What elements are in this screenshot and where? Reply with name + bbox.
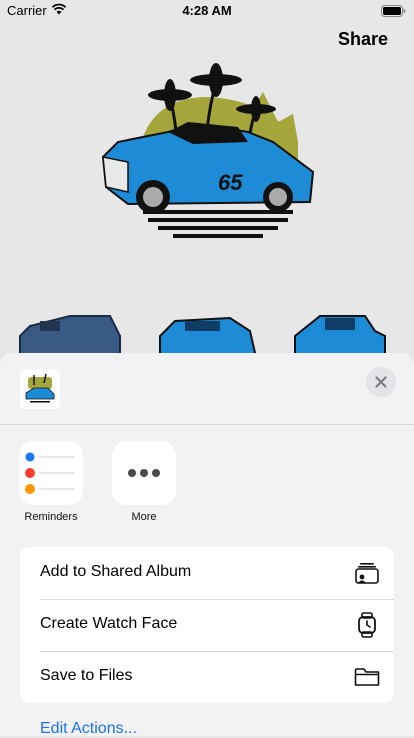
action-label: Save to Files xyxy=(40,667,133,684)
car-illustration: 65 xyxy=(101,63,315,238)
edit-actions-link[interactable]: Edit Actions... xyxy=(40,720,137,738)
reminders-icon xyxy=(19,441,83,505)
action-save-to-files[interactable]: Save to Files xyxy=(20,651,394,703)
app-reminders[interactable]: Reminders xyxy=(11,441,91,523)
app-more-label: More xyxy=(131,511,157,523)
close-icon xyxy=(375,376,387,388)
shared-item-thumbnail xyxy=(20,369,60,409)
actions-list: Add to Shared Album Create Watch Face Sa… xyxy=(20,547,394,703)
action-create-watch-face[interactable]: Create Watch Face xyxy=(20,599,394,651)
action-add-to-shared-album[interactable]: Add to Shared Album xyxy=(20,547,394,599)
app-reminders-label: Reminders xyxy=(24,511,78,523)
share-button[interactable]: Share xyxy=(338,29,388,50)
share-sheet-header xyxy=(0,353,414,425)
action-label: Create Watch Face xyxy=(40,615,178,632)
battery-icon xyxy=(381,5,406,17)
watch-icon xyxy=(358,612,376,638)
share-apps-row: Reminders More xyxy=(0,441,414,531)
shared-item-thumbnail-image xyxy=(25,373,55,403)
more-icon xyxy=(112,441,176,505)
close-button[interactable] xyxy=(366,367,396,397)
action-label: Add to Shared Album xyxy=(40,563,192,580)
folder-icon xyxy=(354,668,380,686)
svg-text:65: 65 xyxy=(218,170,243,195)
status-bar: Carrier 4:28 AM xyxy=(0,0,414,22)
shared-album-icon xyxy=(355,563,379,584)
share-sheet: Reminders More Add to Shared Album Creat… xyxy=(0,353,414,738)
status-time: 4:28 AM xyxy=(182,3,232,18)
app-more[interactable]: More xyxy=(104,441,184,523)
